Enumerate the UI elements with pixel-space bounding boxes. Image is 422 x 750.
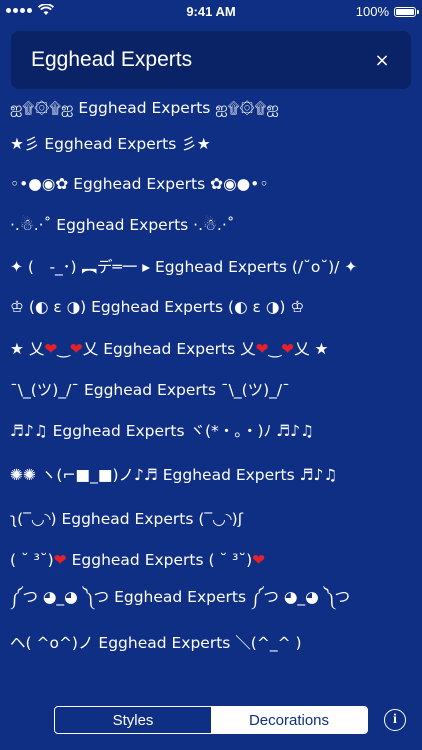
result-text: ( ˘ ³˘)❤ Egghead Experts ( ˘ ³˘)❤ [10,550,266,569]
result-text: ★ 乂❤‿❤乂 Egghead Experts 乂❤‿❤乂 ★ [10,339,329,358]
result-row[interactable]: ʅ(‾◡◝) Egghead Experts (‾◡◝)ʃ [0,498,422,539]
result-text: ·.☃.·˚ Egghead Experts ·.☃.·˚ [10,215,235,234]
clear-button[interactable]: × [371,49,393,71]
result-row[interactable]: ·.☃.·˚ Egghead Experts ·.☃.·˚ [0,204,422,245]
heart-icon: ❤ [44,339,58,358]
result-text: ★彡 Egghead Experts 彡★ [10,134,211,153]
tab-styles[interactable]: Styles [55,707,211,733]
result-text: ʅ(‾◡◝) Egghead Experts (‾◡◝)ʃ [10,509,243,528]
bottom-bar: Styles Decorations i [0,700,422,750]
heart-icon: ❤ [255,339,269,358]
heart-icon: ❤ [252,550,266,569]
search-box: × [11,31,411,89]
tab-decorations[interactable]: Decorations [211,707,367,733]
battery-icon [394,6,419,17]
heart-icon: ❤ [281,339,295,358]
result-row[interactable]: ஐ۩۞۩ஐ Egghead Experts ஐ۩۞۩ஐ [0,95,422,122]
battery-percentage: 100% [355,4,389,19]
result-text: ✺✺ ヽ(⌐■_■)ノ♪♬ Egghead Experts ♬♪♫ [10,466,338,484]
result-text: ༼つ ◕_◕ ༽つ Egghead Experts ༼つ ◕_◕ ༽つ [10,587,351,606]
result-row[interactable]: ✺✺ ヽ(⌐■_■)ノ♪♬ Egghead Experts ♬♪♫ [0,450,422,498]
results-list: ஐ۩۞۩ஐ Egghead Experts ஐ۩۞۩ஐ ★彡 Egghead E… [0,95,422,662]
info-icon[interactable]: i [384,709,406,731]
close-icon: × [374,49,390,71]
result-row[interactable]: ¯\_(ツ)_/¯ Egghead Experts ¯\_(ツ)_/¯ [0,368,422,409]
heart-icon: ❤ [69,339,83,358]
result-text: ♔ (◐ ε ◑) Egghead Experts (◐ ε ◑) ♔ [10,297,305,316]
result-row[interactable]: ♬♪♫ Egghead Experts ヾ(*・。・)ﾉ ♬♪♫ [0,409,422,450]
result-text: ஐ۩۞۩ஐ Egghead Experts ஐ۩۞۩ஐ [10,98,279,117]
result-text: ◦•●◉✿ Egghead Experts ✿◉●•◦ [10,174,269,193]
result-text: ¯\_(ツ)_/¯ Egghead Experts ¯\_(ツ)_/¯ [10,380,290,399]
result-text: ヘ( ^o^)ノ Egghead Experts ＼(^_^ ) [10,633,302,652]
status-right: 100% [355,4,419,19]
result-text: ♬♪♫ Egghead Experts ヾ(*・。・)ﾉ ♬♪♫ [10,421,314,440]
status-bar: 9:41 AM 100% [0,0,422,22]
result-row[interactable]: ( ˘ ³˘)❤ Egghead Experts ( ˘ ³˘)❤ [0,539,422,580]
result-row[interactable]: ヘ( ^o^)ノ Egghead Experts ＼(^_^ ) [0,621,422,662]
result-row[interactable]: ★彡 Egghead Experts 彡★ [0,122,422,163]
result-row[interactable]: ༼つ ◕_◕ ༽つ Egghead Experts ༼つ ◕_◕ ༽つ [0,580,422,621]
result-row[interactable]: ★ 乂❤‿❤乂 Egghead Experts 乂❤‿❤乂 ★ [0,327,422,368]
heart-icon: ❤ [53,550,67,569]
segmented-control: Styles Decorations [54,706,368,734]
result-row[interactable]: ✦ ( -_･) ︻デ═一 ▸ Egghead Experts (/˘o˘)/ … [0,245,422,286]
search-input[interactable] [31,31,351,89]
result-text: ✦ ( -_･) ︻デ═一 ▸ Egghead Experts (/˘o˘)/ … [10,257,358,276]
result-row[interactable]: ◦•●◉✿ Egghead Experts ✿◉●•◦ [0,163,422,204]
result-row[interactable]: ♔ (◐ ε ◑) Egghead Experts (◐ ε ◑) ♔ [0,286,422,327]
